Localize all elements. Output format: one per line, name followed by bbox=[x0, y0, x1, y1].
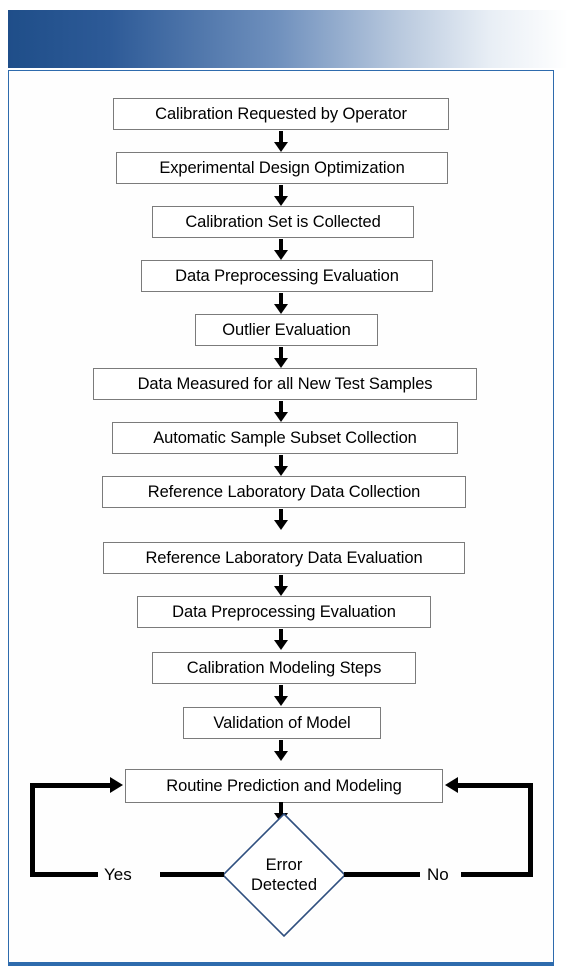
flow-node-label: Calibration Modeling Steps bbox=[186, 658, 382, 677]
decision-label-line2: Detected bbox=[250, 876, 318, 894]
arrow-head bbox=[274, 640, 288, 650]
branch-label-no: No bbox=[427, 865, 449, 884]
flow-node-reference-lab-data-collection[interactable]: Reference Laboratory Data Collection bbox=[102, 476, 466, 508]
connector-arrow-2 bbox=[274, 185, 288, 206]
flow-node-label: Reference Laboratory Data Evaluation bbox=[145, 548, 423, 567]
connector-arrow-6 bbox=[274, 401, 288, 422]
flow-node-data-measured-new-test-samples[interactable]: Data Measured for all New Test Samples bbox=[93, 368, 477, 400]
flow-node-label: Calibration Requested by Operator bbox=[155, 104, 407, 123]
arrow-head bbox=[274, 520, 288, 530]
no-branch-line-label-to-riser bbox=[461, 872, 533, 877]
no-branch-arrow-head bbox=[445, 777, 458, 793]
yes-branch-return-line bbox=[30, 783, 112, 788]
connector-arrow-7 bbox=[274, 455, 288, 476]
flow-node-calibration-modeling-steps[interactable]: Calibration Modeling Steps bbox=[152, 652, 416, 684]
arrow-head bbox=[274, 466, 288, 476]
no-branch-vertical-riser bbox=[528, 783, 533, 877]
connector-arrow-12 bbox=[274, 740, 288, 761]
gradient-header-band bbox=[8, 10, 568, 68]
flow-node-label: Validation of Model bbox=[213, 713, 351, 732]
arrow-head bbox=[274, 196, 288, 206]
flow-node-calibration-set-collected[interactable]: Calibration Set is Collected bbox=[152, 206, 414, 238]
arrow-head bbox=[274, 358, 288, 368]
flow-node-label: Experimental Design Optimization bbox=[159, 158, 405, 177]
connector-arrow-9 bbox=[274, 575, 288, 596]
arrow-head bbox=[274, 250, 288, 260]
arrow-head bbox=[274, 751, 288, 761]
connector-arrow-8 bbox=[274, 509, 288, 530]
flow-node-label: Automatic Sample Subset Collection bbox=[153, 428, 417, 447]
flow-node-label: Data Preprocessing Evaluation bbox=[175, 266, 399, 285]
flow-node-label: Calibration Set is Collected bbox=[185, 212, 381, 231]
yes-branch-line-label-to-riser bbox=[30, 872, 98, 877]
connector-arrow-4 bbox=[274, 293, 288, 314]
connector-arrow-11 bbox=[274, 685, 288, 706]
arrow-head bbox=[274, 304, 288, 314]
flow-node-data-preprocessing-2[interactable]: Data Preprocessing Evaluation bbox=[137, 596, 431, 628]
decision-label-line1: Error bbox=[265, 855, 303, 874]
flow-node-validation-of-model[interactable]: Validation of Model bbox=[183, 707, 381, 739]
flow-node-experimental-design[interactable]: Experimental Design Optimization bbox=[116, 152, 448, 184]
flowchart-slide: Calibration Requested by Operator Experi… bbox=[0, 0, 568, 976]
flow-node-label: Reference Laboratory Data Collection bbox=[147, 482, 421, 501]
flow-node-label: Routine Prediction and Modeling bbox=[166, 776, 402, 795]
yes-branch-arrow-head bbox=[110, 777, 123, 793]
flow-node-calibration-requested[interactable]: Calibration Requested by Operator bbox=[113, 98, 449, 130]
decision-error-detected[interactable]: Error Detected bbox=[222, 813, 346, 937]
decision-label: Error Detected bbox=[222, 813, 346, 937]
connector-arrow-3 bbox=[274, 239, 288, 260]
arrow-head bbox=[274, 696, 288, 706]
yes-branch-vertical-riser bbox=[30, 783, 35, 877]
yes-branch-line-diamond-to-label bbox=[160, 872, 224, 877]
flow-node-reference-lab-data-evaluation[interactable]: Reference Laboratory Data Evaluation bbox=[103, 542, 465, 574]
connector-arrow-10 bbox=[274, 629, 288, 650]
flow-node-data-preprocessing-1[interactable]: Data Preprocessing Evaluation bbox=[141, 260, 433, 292]
arrow-head bbox=[274, 412, 288, 422]
arrow-head bbox=[274, 142, 288, 152]
no-branch-line-diamond-to-label bbox=[344, 872, 420, 877]
flow-node-label: Outlier Evaluation bbox=[222, 320, 351, 339]
flow-node-outlier-evaluation[interactable]: Outlier Evaluation bbox=[195, 314, 378, 346]
no-branch-return-line bbox=[456, 783, 533, 788]
flow-node-routine-prediction-and-modeling[interactable]: Routine Prediction and Modeling bbox=[125, 769, 443, 803]
branch-label-yes: Yes bbox=[104, 865, 132, 884]
flow-node-label: Data Measured for all New Test Samples bbox=[137, 374, 433, 393]
connector-arrow-5 bbox=[274, 347, 288, 368]
connector-arrow-1 bbox=[274, 131, 288, 152]
flow-node-label: Data Preprocessing Evaluation bbox=[172, 602, 396, 621]
flow-node-automatic-sample-subset[interactable]: Automatic Sample Subset Collection bbox=[112, 422, 458, 454]
arrow-head bbox=[274, 586, 288, 596]
